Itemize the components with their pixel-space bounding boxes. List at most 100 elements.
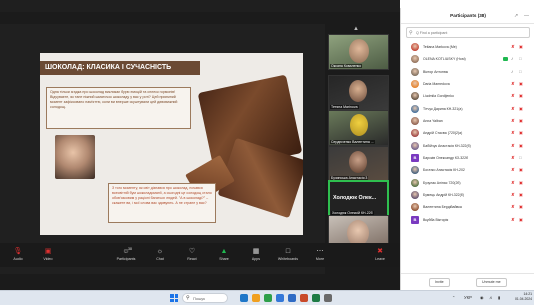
taskbar-search[interactable]: ⚲ Пошук [182, 293, 228, 303]
participant-name: Бузулак Алінас 720(2б) [423, 180, 461, 185]
unmute-me-button[interactable]: Unmute me [476, 278, 507, 287]
wifi-icon[interactable]: ◉ [480, 293, 484, 303]
participant-row[interactable]: Андрій Стасюк (720(2)а) ✘ ▣ [401, 127, 534, 139]
chrome-icon[interactable] [264, 294, 272, 302]
more-button[interactable]: ⋯ More [306, 246, 334, 266]
meeting-toolbar: 🎙 Audio ▣ Video ☺ Participants 38 ☼ Chat… [0, 243, 400, 267]
camera-off-icon[interactable]: ▣ [519, 179, 523, 187]
video-tile[interactable]: Тетяна Marinova [328, 75, 389, 111]
camera-icon[interactable]: □ [519, 154, 522, 162]
camera-icon[interactable]: □ [519, 55, 522, 63]
microphone-muted-icon[interactable]: ✘ [511, 191, 515, 199]
participant-row[interactable]: Daria Mamedova ✘ ▣ [401, 78, 534, 90]
chevron-up-icon[interactable]: ▲ [353, 26, 359, 32]
word-icon[interactable] [288, 294, 296, 302]
meeting-window: ШОКОЛАД: КЛАСИКА І СУЧАСНІСТЬ Одна тільк… [0, 0, 400, 290]
microphone-icon[interactable]: ♪ [511, 68, 513, 76]
participant-name: Тітчук Дарина КН-321(а) [423, 106, 463, 111]
active-speaker-tile[interactable]: Холодюк Олек... Холодюк Олексій КН-22б [328, 180, 389, 218]
react-button[interactable]: ♡ React [178, 246, 206, 266]
microphone-muted-icon[interactable]: ✘ [511, 203, 515, 211]
participant-row[interactable]: Tetiana Markova (Me) ✘ ▣ [401, 41, 534, 53]
participants-count: 38 [128, 247, 132, 251]
video-tile[interactable]: Бузинська Анастасія 3 [328, 146, 389, 182]
language-indicator[interactable]: УКР [464, 293, 472, 303]
participant-name: Валентина Бердійайвка [423, 205, 462, 210]
participant-row[interactable]: Віктор Антонюк ♪ □ [401, 66, 534, 78]
leave-button[interactable]: ✖ Leave [366, 246, 394, 266]
participant-row[interactable]: Бабійчук Анастасія КН-322(б) ✘ ▣ [401, 140, 534, 152]
microphone-muted-icon[interactable]: ✘ [511, 129, 515, 137]
participants-label: Participants [116, 257, 136, 261]
participants-button[interactable]: ☺ Participants [112, 246, 140, 266]
camera-off-icon[interactable]: ▣ [519, 43, 523, 51]
close-icon[interactable]: — [524, 11, 529, 21]
participant-row[interactable]: Liudmila Gordijenko ✘ ▣ [401, 90, 534, 102]
participant-name: Anna Yalban [423, 119, 443, 124]
audio-button[interactable]: 🎙 Audio [4, 246, 32, 266]
popout-icon[interactable]: ↗ [514, 11, 518, 21]
search-icon: ⚲ [409, 30, 413, 36]
camera-off-icon[interactable]: ▣ [519, 105, 523, 113]
camera-icon[interactable]: □ [519, 68, 522, 76]
edge-icon[interactable] [276, 294, 284, 302]
participant-search-input[interactable] [416, 29, 526, 37]
apps-button[interactable]: ▦ Apps [242, 246, 270, 266]
microphone-icon[interactable]: ♪ [511, 55, 513, 63]
invite-button[interactable]: Invite [429, 278, 450, 287]
panel-header: Participants (38) ↗ — [401, 8, 534, 24]
participant-name: Андрій Стасюк (720(2)а) [423, 131, 463, 136]
camera-off-icon[interactable]: ▣ [519, 80, 523, 88]
windows-start-icon[interactable] [170, 294, 178, 302]
microphone-muted-icon[interactable]: ✘ [511, 166, 515, 174]
video-tile[interactable]: Оксана Коваленко [328, 34, 389, 70]
participant-row[interactable]: Anna Yalban ✘ ▣ [401, 115, 534, 127]
participant-row[interactable]: B Барсків Олександр КЗ-322б ✘ □ [401, 152, 534, 164]
microphone-muted-icon[interactable]: ✘ [511, 43, 515, 51]
zoom-app-icon[interactable] [240, 294, 248, 302]
microphone-muted-icon[interactable]: ✘ [511, 92, 515, 100]
share-label: Share [219, 257, 229, 261]
taskbar-clock[interactable]: 14:21 01.04.2024 [512, 292, 532, 302]
app-icon[interactable] [324, 294, 332, 302]
participant-row[interactable]: Тітчук Дарина КН-321(а) ✘ ▣ [401, 103, 534, 115]
video-button[interactable]: ▣ Video [34, 246, 62, 266]
camera-off-icon[interactable]: ▣ [519, 142, 523, 150]
microphone-muted-icon[interactable]: ✘ [511, 117, 515, 125]
chat-button[interactable]: ☼ Chat [146, 246, 174, 266]
apps-icon: ▦ [252, 248, 260, 255]
microphone-muted-icon[interactable]: ✘ [511, 142, 515, 150]
excel-icon[interactable] [312, 294, 320, 302]
participant-row[interactable]: Бузулак Алінас 720(2б) ✘ ▣ [401, 177, 534, 189]
camera-off-icon[interactable]: ▣ [519, 166, 523, 174]
camera-off-icon[interactable]: ▣ [519, 129, 523, 137]
participant-row[interactable]: Валентина Бердійайвка ✘ ▣ [401, 201, 534, 213]
battery-icon[interactable]: ▮ [498, 293, 500, 303]
participant-avatar [411, 67, 419, 76]
folder-icon[interactable] [252, 294, 260, 302]
participant-list: Tetiana Markova (Me) ✘ ▣ OLENA KOTLIUSKY (H… [401, 41, 534, 226]
participant-row[interactable]: B Вкуйба Вікторія ✘ ▣ [401, 214, 534, 226]
camera-off-icon[interactable]: ▣ [519, 216, 523, 224]
microphone-muted-icon[interactable]: ✘ [511, 179, 515, 187]
microphone-muted-icon[interactable]: ✘ [511, 216, 515, 224]
whiteboards-button[interactable]: □ Whiteboards [274, 246, 302, 266]
camera-off-icon[interactable]: ▣ [519, 203, 523, 211]
microphone-muted-icon[interactable]: ✘ [511, 105, 515, 113]
microphone-muted-icon[interactable]: ✘ [511, 154, 515, 162]
camera-off-icon[interactable]: ▣ [519, 117, 523, 125]
participant-row[interactable]: OLENA KOTLIUSKY (Host) ♪ □ [401, 53, 534, 65]
participant-row[interactable]: Бумець Андрій КН-322(б) ✘ ▣ [401, 189, 534, 201]
participant-avatar [411, 117, 419, 126]
video-tile[interactable]: Сердюченко Валентина ... [328, 110, 389, 146]
share-button[interactable]: ▲ Share [210, 246, 238, 266]
chevron-up-icon[interactable]: ⌃ [452, 293, 456, 303]
participant-row[interactable]: Богатко Анастасія КН-202 ✘ ▣ [401, 164, 534, 176]
speaker-icon[interactable]: ♬ [489, 293, 493, 303]
microphone-muted-icon[interactable]: ✘ [511, 80, 515, 88]
camera-off-icon[interactable]: ▣ [519, 92, 523, 100]
camera-off-icon[interactable]: ▣ [519, 191, 523, 199]
powerpoint-icon[interactable] [300, 294, 308, 302]
participant-search[interactable]: ⚲ [406, 27, 530, 38]
whiteboard-icon: □ [285, 248, 291, 255]
